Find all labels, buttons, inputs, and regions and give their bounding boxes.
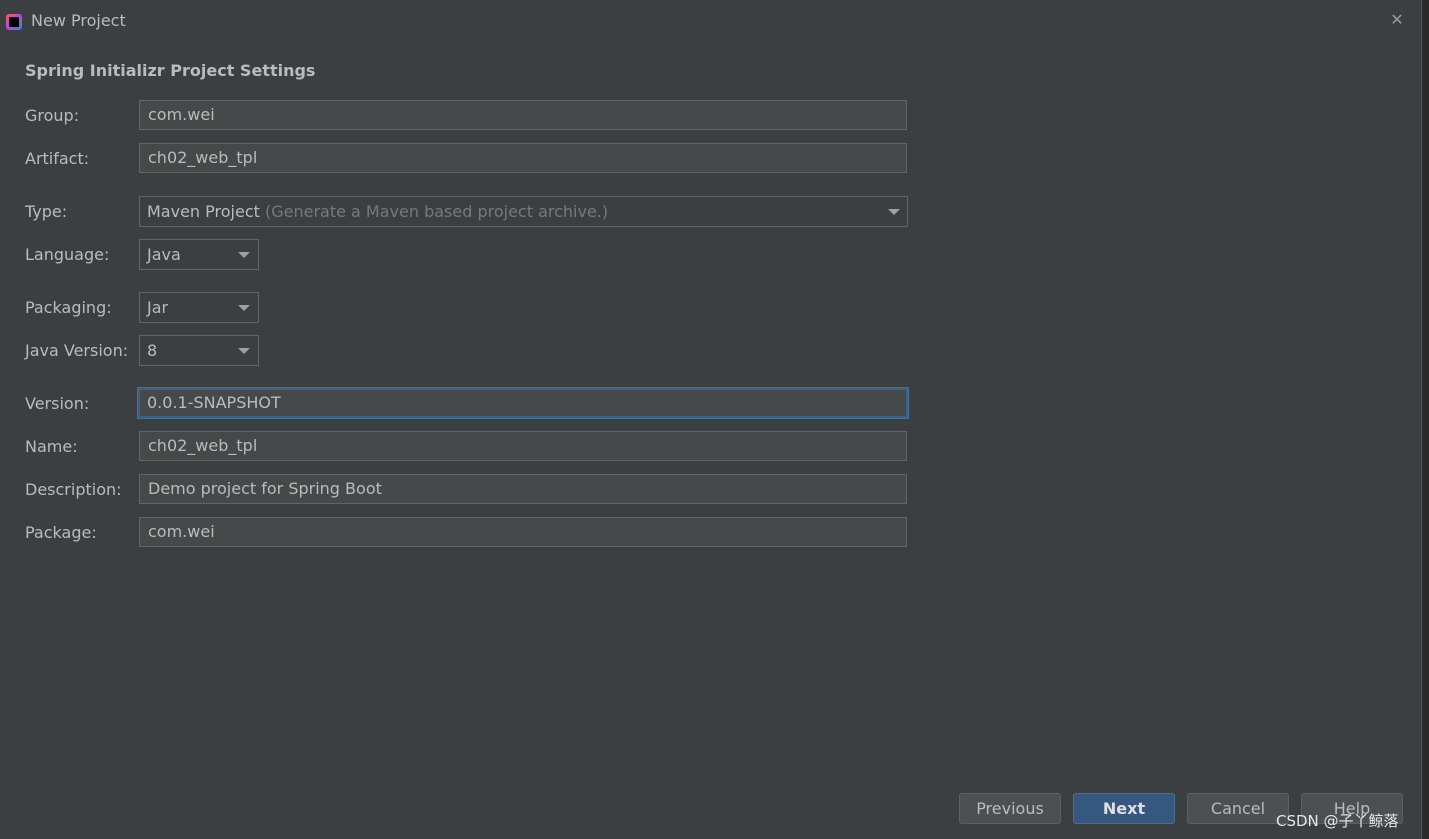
chevron-down-icon [238,348,250,354]
new-project-dialog: New Project ✕ Spring Initializr Project … [0,0,1421,839]
name-field[interactable]: ch02_web_tpl [139,431,907,461]
version-field[interactable]: 0.0.1-SNAPSHOT [138,388,908,418]
description-label: Description: [25,480,122,499]
packaging-label: Packaging: [25,298,112,317]
language-dropdown[interactable]: Java [139,239,259,270]
java-version-label: Java Version: [25,341,129,360]
type-value: Maven Project [147,202,265,221]
packaging-value: Jar [147,298,169,317]
name-label: Name: [25,437,78,456]
java-version-dropdown[interactable]: 8 [139,335,259,366]
title-bar: New Project ✕ [0,0,1421,44]
package-label: Package: [25,523,97,542]
artifact-field[interactable]: ch02_web_tpl [139,143,907,173]
bottom-edge [0,832,1421,839]
packaging-dropdown[interactable]: Jar [139,292,259,323]
type-dropdown[interactable]: Maven Project (Generate a Maven based pr… [139,196,908,227]
dialog-title: New Project [31,11,126,30]
type-label: Type: [25,202,68,221]
intellij-idea-icon [6,14,22,30]
chevron-down-icon [888,209,900,215]
next-button[interactable]: Next [1073,793,1175,824]
cancel-button[interactable]: Cancel [1187,793,1289,824]
background-editor-edge [1421,0,1429,839]
chevron-down-icon [238,305,250,311]
version-label: Version: [25,394,90,413]
type-hint: (Generate a Maven based project archive.… [264,202,609,221]
package-field[interactable]: com.wei [139,517,907,547]
language-label: Language: [25,245,110,264]
group-label: Group: [25,106,80,125]
chevron-down-icon [238,252,250,258]
description-field[interactable]: Demo project for Spring Boot [139,474,907,504]
watermark: CSDN @子丫鲸落 [1276,812,1399,830]
java-version-value: 8 [147,341,158,360]
close-icon[interactable]: ✕ [1388,11,1406,29]
artifact-label: Artifact: [25,149,90,168]
language-value: Java [147,245,181,264]
previous-button[interactable]: Previous [959,793,1061,824]
group-field[interactable]: com.wei [139,100,907,130]
section-title: Spring Initializr Project Settings [25,61,316,80]
